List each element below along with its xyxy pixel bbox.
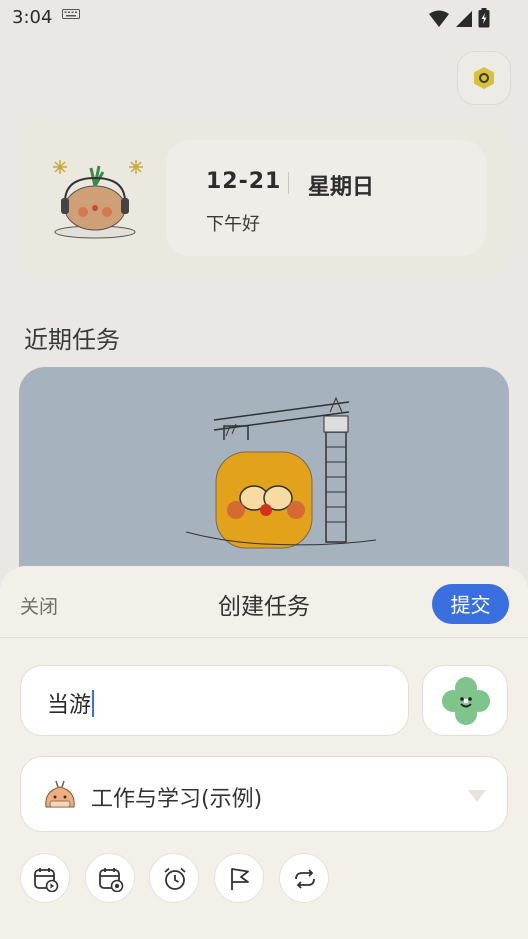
submit-button[interactable]: 提交 (432, 584, 509, 624)
due-date-button[interactable] (85, 853, 135, 903)
text-caret (92, 690, 95, 717)
header-card: 12-21 星期日 下午好 (19, 118, 509, 280)
recent-tasks-card[interactable] (19, 367, 509, 597)
date-label: 12-21 (206, 169, 282, 194)
flag-icon (231, 868, 249, 890)
task-icon-picker[interactable] (422, 665, 508, 736)
sheet-header: 关闭 创建任务 提交 (0, 566, 528, 638)
task-name-text: 当游 (47, 693, 92, 718)
date-divider (288, 172, 289, 194)
create-task-sheet: 关闭 创建任务 提交 当游 工作与学习(示例) (0, 566, 528, 939)
mascot-illustration (53, 160, 143, 239)
alarm-button[interactable] (149, 853, 199, 903)
alarm-icon (164, 867, 186, 890)
repeat-button[interactable] (279, 853, 329, 903)
category-label: 工作与学习(示例) (91, 787, 263, 812)
greeting-label: 下午好 (206, 214, 260, 235)
repeat-icon (295, 869, 315, 889)
smiley-clover-icon (442, 677, 490, 725)
status-bar: 3:04 (0, 0, 528, 36)
weekday-label: 星期日 (308, 175, 375, 200)
construction-illustration (185, 396, 377, 549)
date-card: 12-21 星期日 下午好 (166, 140, 486, 256)
dropdown-arrow-icon (468, 790, 486, 802)
keyboard-icon (62, 9, 80, 19)
category-mascot-icon (45, 780, 75, 808)
status-time: 3:04 (12, 7, 53, 28)
priority-flag-button[interactable] (214, 853, 264, 903)
task-name-value: 当游 (47, 687, 95, 719)
hexagon-settings-icon (474, 67, 494, 89)
start-date-icon (34, 868, 59, 892)
signal-icon (455, 11, 472, 27)
battery-icon (478, 8, 490, 28)
close-button[interactable]: 关闭 (20, 592, 58, 619)
start-date-button[interactable] (20, 853, 70, 903)
section-title: 近期任务 (24, 326, 120, 354)
settings-button[interactable] (457, 51, 511, 105)
system-icons (428, 8, 490, 32)
category-select[interactable]: 工作与学习(示例) (20, 756, 508, 832)
wifi-icon (428, 10, 449, 27)
task-name-input[interactable]: 当游 (20, 665, 409, 736)
due-date-icon (99, 868, 124, 892)
